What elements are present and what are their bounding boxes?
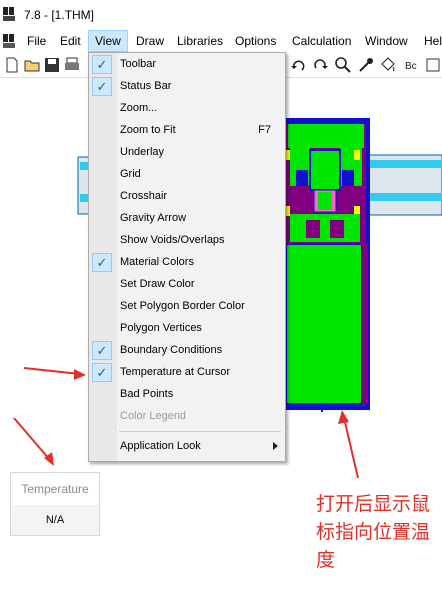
menu-item-label: Zoom to Fit [120,124,176,136]
temperature-panel: Temperature N/A [10,472,100,536]
menu-item-label: Status Bar [120,80,172,92]
menu-item-label: Polygon Vertices [120,322,202,334]
menu-item-label: Color Legend [120,410,187,422]
menu-item-color-legend: Color Legend [89,406,285,428]
check-icon: ✓ [92,341,112,360]
menu-file[interactable]: File [27,30,46,52]
menu-draw[interactable]: Draw [136,30,164,52]
menu-view[interactable]: View [88,30,128,52]
menu-calculation[interactable]: Calculation [292,30,351,52]
menu-item-polygon-vertices[interactable]: Polygon Vertices [89,318,285,340]
menu-item-boundary-conditions[interactable]: ✓ Boundary Conditions [89,340,285,362]
menu-window[interactable]: Window [365,30,408,52]
paint-bucket-icon[interactable] [379,56,397,74]
eyedropper-icon[interactable] [357,56,375,74]
shortcut-label: F7 [258,124,271,136]
submenu-arrow-icon [273,442,278,450]
menu-item-toolbar[interactable]: ✓ Toolbar [89,54,285,76]
app-logo-icon [3,7,15,21]
menu-item-label: Material Colors [120,256,194,268]
menu-options[interactable]: Options [235,30,276,52]
annotation-text: 打开后显示鼠标指向位置温度 [316,493,431,571]
check-icon: ✓ [92,253,112,272]
menu-help[interactable]: Hel [424,30,442,52]
menu-item-underlay[interactable]: Underlay [89,142,285,164]
menu-item-status-bar[interactable]: ✓ Status Bar [89,76,285,98]
menu-item-application-look[interactable]: Application Look [89,436,285,458]
menu-item-show-voids-overlaps[interactable]: Show Voids/Overlaps [89,230,285,252]
open-folder-icon[interactable] [23,56,41,74]
menu-item-set-polygon-border-color[interactable]: Set Polygon Border Color [89,296,285,318]
menu-item-temperature-at-cursor[interactable]: ✓ Temperature at Cursor [89,362,285,384]
menu-item-label: Set Polygon Border Color [120,300,245,312]
temperature-header: Temperature [11,473,99,506]
check-icon: ✓ [92,363,112,382]
menu-libraries[interactable]: Libraries [177,30,223,52]
temperature-value: N/A [11,505,99,535]
menu-item-label: Toolbar [120,58,157,70]
menu-item-material-colors[interactable]: ✓ Material Colors [89,252,285,274]
rotate-left-icon[interactable] [290,56,308,74]
new-file-icon[interactable] [3,56,21,74]
title-bar: 7.8 - [1.THM] [0,0,442,30]
menu-item-label: Grid [120,168,141,180]
menu-item-label: Application Look [120,440,201,452]
menu-item-label: Crosshair [120,190,168,202]
menu-item-label: Gravity Arrow [120,212,187,224]
rotate-right-icon[interactable] [312,56,330,74]
boundary-condition-icon[interactable]: Bc [403,56,421,74]
view-menu-dropdown: ✓ Toolbar ✓ Status Bar Zoom... Zoom to F… [88,52,286,462]
menu-item-label: Zoom... [120,102,158,114]
menu-item-zoom-to-fit[interactable]: Zoom to Fit F7 [89,120,285,142]
check-icon: ✓ [92,55,112,74]
check-icon: ✓ [92,77,112,96]
zoom-icon[interactable] [334,56,352,74]
window-title: 7.8 - [1.THM] [24,8,95,22]
menu-item-set-draw-color[interactable]: Set Draw Color [89,274,285,296]
print-icon[interactable] [63,56,81,74]
toolbar-box-icon[interactable] [424,56,442,74]
svg-text:Bc: Bc [405,61,417,72]
menu-separator [119,431,281,432]
menu-item-label: Show Voids/Overlaps [120,234,225,246]
menu-item-label: Boundary Conditions [120,344,223,356]
menu-item-label: Bad Points [120,388,174,400]
menu-item-bad-points[interactable]: Bad Points [89,384,285,406]
save-icon[interactable] [43,56,61,74]
menu-edit[interactable]: Edit [60,30,81,52]
menu-item-label: Underlay [120,146,165,158]
menu-item-grid[interactable]: Grid [89,164,285,186]
menu-item-zoom[interactable]: Zoom... [89,98,285,120]
menu-item-crosshair[interactable]: Crosshair [89,186,285,208]
menu-item-gravity-arrow[interactable]: Gravity Arrow [89,208,285,230]
menu-item-label: Set Draw Color [120,278,195,290]
menu-bar: File Edit View Draw Libraries Options Ca… [0,30,442,52]
menu-item-label: Temperature at Cursor [120,366,231,378]
document-icon[interactable] [2,32,18,50]
